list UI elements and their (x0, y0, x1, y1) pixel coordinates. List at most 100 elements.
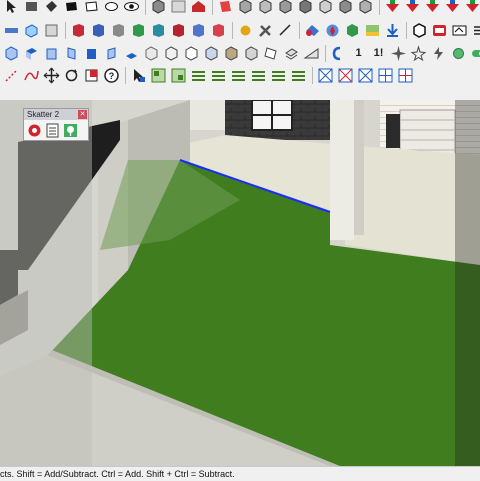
style-builder-icon[interactable] (430, 21, 449, 40)
extrude-icon[interactable] (22, 21, 41, 40)
cube-view-7-icon[interactable] (356, 0, 375, 16)
lightning-icon[interactable] (429, 44, 448, 63)
scale-icon[interactable] (82, 66, 101, 85)
component-gray-icon[interactable] (109, 21, 128, 40)
house-red-icon[interactable] (189, 0, 208, 16)
image-icon[interactable] (169, 0, 188, 16)
grid-square-1-icon[interactable] (316, 66, 335, 85)
ramp-icon[interactable] (302, 44, 321, 63)
ruler-icon[interactable] (2, 21, 21, 40)
osm-icon[interactable] (363, 21, 382, 40)
monochrome-icon[interactable] (242, 44, 261, 63)
wireframe-icon[interactable] (162, 44, 181, 63)
section-icon[interactable] (216, 0, 235, 16)
cube-view-4-icon[interactable] (296, 0, 315, 16)
component-green-icon[interactable] (129, 21, 148, 40)
warehouse-icon[interactable] (303, 21, 322, 40)
status-text: cts. Shift = Add/Subtract. Ctrl = Add. S… (0, 469, 235, 479)
arrow-red-1-icon[interactable] (383, 0, 402, 16)
arrow-red-3-icon[interactable] (423, 0, 442, 16)
shaded-icon[interactable] (202, 44, 221, 63)
layout-icon[interactable] (410, 21, 429, 40)
circle-icon[interactable] (102, 0, 121, 16)
cube-view-6-icon[interactable] (336, 0, 355, 16)
component-blue-icon[interactable] (89, 21, 108, 40)
paper-icon[interactable] (262, 44, 281, 63)
extension-warehouse-icon[interactable] (343, 21, 362, 40)
sparkle-icon[interactable] (389, 44, 408, 63)
view-bottom-icon[interactable] (122, 44, 141, 63)
grid-square-4-icon[interactable] (376, 66, 395, 85)
pointer-icon[interactable] (2, 0, 21, 16)
component-teal-icon[interactable] (149, 21, 168, 40)
weld-icon[interactable] (449, 44, 468, 63)
cube-view-2-icon[interactable] (256, 0, 275, 16)
cube-icon[interactable] (149, 0, 168, 16)
arrow-red-5-icon[interactable] (463, 0, 480, 16)
draw-curve-icon[interactable] (22, 66, 41, 85)
list-icon[interactable] (45, 123, 60, 138)
separator (65, 21, 66, 39)
component-red-icon[interactable] (69, 21, 88, 40)
label-1-button[interactable]: 1 (349, 44, 368, 63)
grid-square-2-icon[interactable] (336, 66, 355, 85)
arrow-red-2-icon[interactable] (403, 0, 422, 16)
cube-view-5-icon[interactable] (316, 0, 335, 16)
hook-icon[interactable] (329, 44, 348, 63)
bars-4-icon[interactable] (249, 66, 268, 85)
grid-square-3-icon[interactable] (356, 66, 375, 85)
component-blue-2-icon[interactable] (189, 21, 208, 40)
bars-1-icon[interactable] (189, 66, 208, 85)
bars-6-icon[interactable] (289, 66, 308, 85)
skatter-panel-title[interactable]: Skatter 2 ✕ (24, 109, 88, 120)
view-right-icon[interactable] (62, 44, 81, 63)
geo-location-icon[interactable] (323, 21, 342, 40)
component-red-2-icon[interactable] (169, 21, 188, 40)
view-top-icon[interactable] (22, 44, 41, 63)
paint-bucket-icon[interactable] (42, 0, 61, 16)
skatter-panel[interactable]: Skatter 2 ✕ (23, 108, 89, 141)
dynamic-component-icon[interactable] (450, 21, 469, 40)
star-outline-icon[interactable] (409, 44, 428, 63)
label-1-bang-button[interactable]: 1! (369, 44, 388, 63)
component-red-3-icon[interactable] (209, 21, 228, 40)
help-icon[interactable]: ? (102, 66, 121, 85)
shape-icon[interactable] (62, 0, 81, 16)
hidden-line-icon[interactable] (182, 44, 201, 63)
textured-icon[interactable] (222, 44, 241, 63)
bars-3-icon[interactable] (229, 66, 248, 85)
stack-icon[interactable] (282, 44, 301, 63)
bars-2-icon[interactable] (209, 66, 228, 85)
eye-icon[interactable] (122, 0, 141, 16)
bars-5-icon[interactable] (269, 66, 288, 85)
xray-icon[interactable] (142, 44, 161, 63)
close-icon[interactable]: ✕ (78, 110, 87, 119)
flower-icon[interactable] (27, 123, 42, 138)
view-back-icon[interactable] (82, 44, 101, 63)
separator (379, 0, 380, 15)
entity-info-icon[interactable] (42, 21, 61, 40)
toggle-icon[interactable] (469, 44, 480, 63)
tools-icon[interactable] (256, 21, 275, 40)
grid-green-1-icon[interactable] (149, 66, 168, 85)
tree-icon[interactable] (63, 123, 78, 138)
select-arrow-icon[interactable] (129, 66, 148, 85)
cube-view-1-icon[interactable] (236, 0, 255, 16)
view-iso-icon[interactable] (2, 44, 21, 63)
rotate-icon[interactable] (62, 66, 81, 85)
sun-icon[interactable] (236, 21, 255, 40)
menu-lines-icon[interactable] (470, 21, 480, 40)
eraser-icon[interactable] (22, 0, 41, 16)
dotted-line-icon[interactable] (2, 66, 21, 85)
outline-shape-icon[interactable] (82, 0, 101, 16)
grid-green-2-icon[interactable] (169, 66, 188, 85)
view-front-icon[interactable] (42, 44, 61, 63)
view-left-icon[interactable] (102, 44, 121, 63)
dimension-icon[interactable] (276, 21, 295, 40)
grid-square-5-icon[interactable] (396, 66, 415, 85)
model-viewport[interactable] (0, 100, 480, 466)
arrow-red-4-icon[interactable] (443, 0, 462, 16)
download-icon[interactable] (383, 21, 402, 40)
move-icon[interactable] (42, 66, 61, 85)
cube-view-3-icon[interactable] (276, 0, 295, 16)
